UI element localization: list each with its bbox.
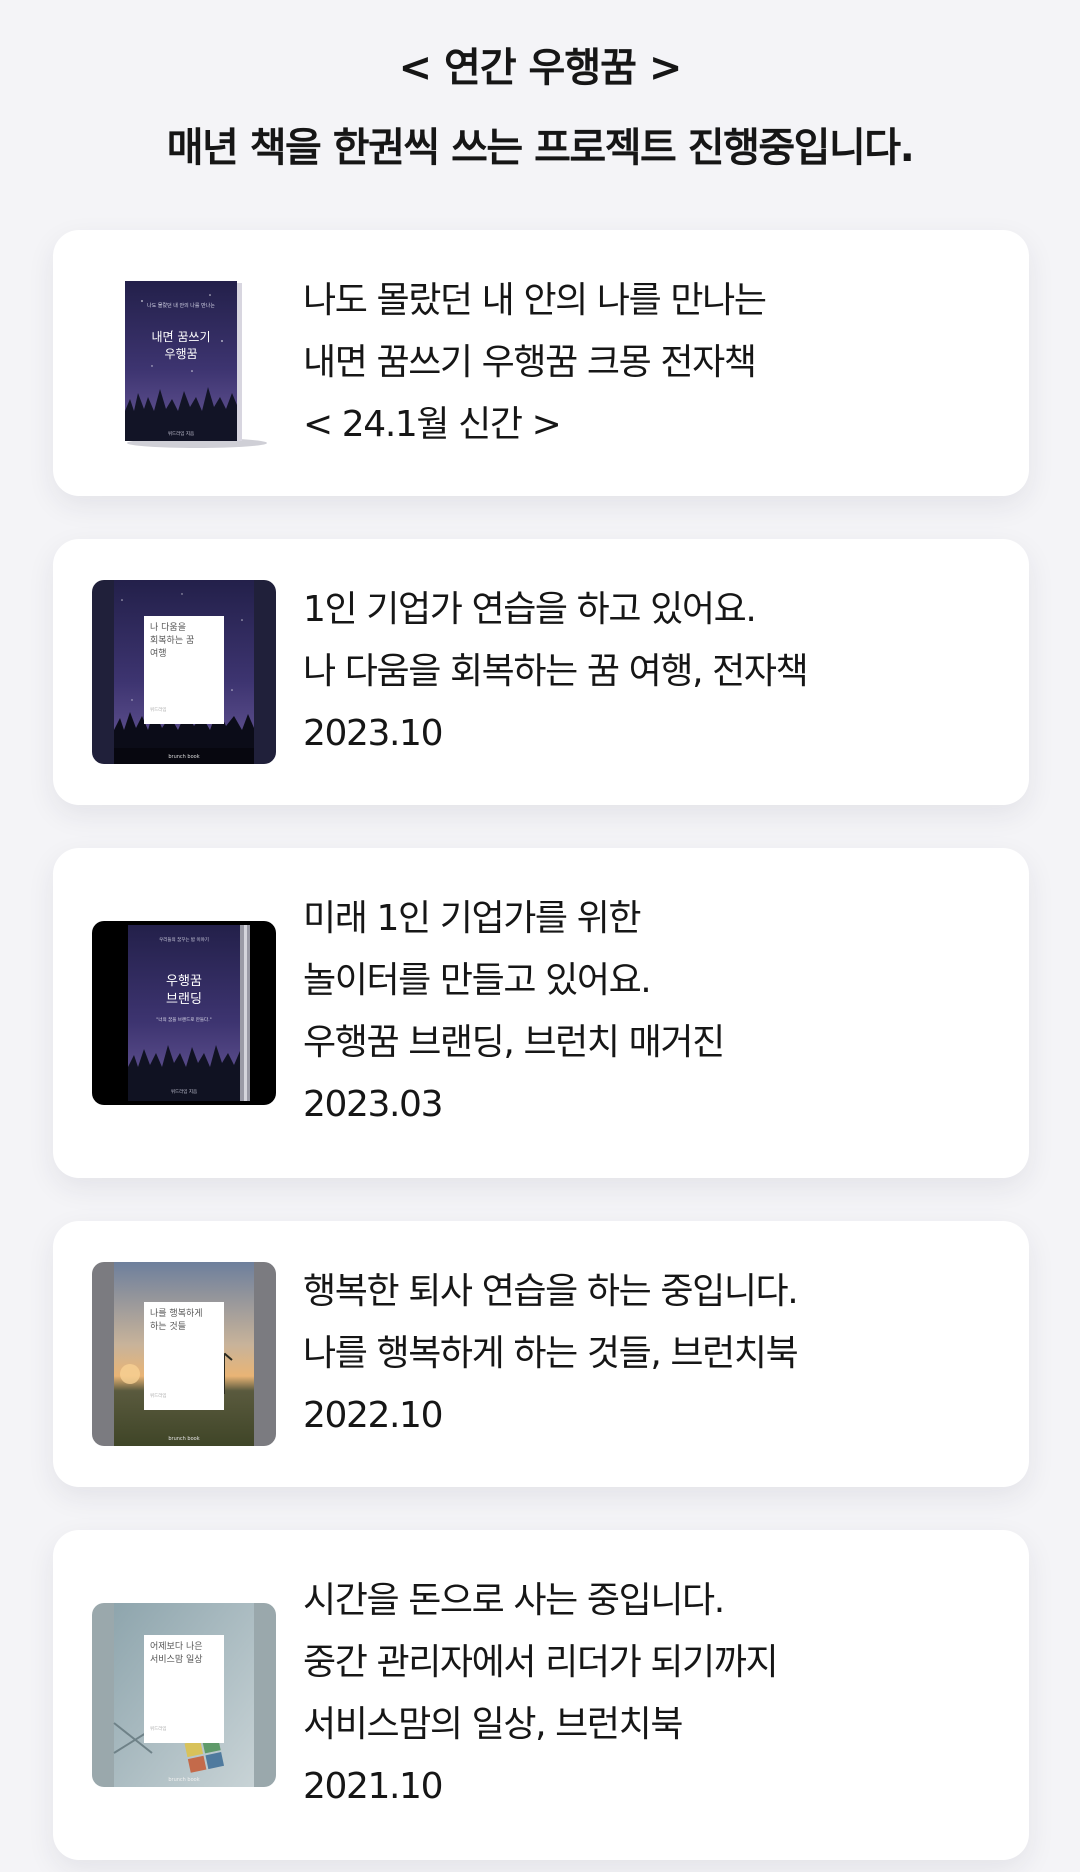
book-cover-image: 나 다움을 회복하는 꿈 여행 위드라임 brunch book bbox=[92, 580, 276, 764]
cover-publisher: brunch book bbox=[168, 1436, 199, 1442]
cover-title: 우행꿈 bbox=[164, 346, 197, 361]
cover-publisher: brunch book bbox=[168, 754, 199, 760]
book-line: 2021.10 bbox=[303, 1766, 443, 1807]
book-cover-image: 어제보다 나은 서비스맘 일상 위드라임 brunch book bbox=[92, 1603, 276, 1787]
book-line: 미래 1인 기업가를 위한 bbox=[303, 898, 642, 939]
cover-author: 위드라임 지음 bbox=[168, 430, 194, 437]
cover-author: 위드라임 bbox=[150, 706, 167, 713]
book-line: 서비스맘의 일상, 브런치북 bbox=[303, 1704, 683, 1745]
book-line: 나도 몰랐던 내 안의 나를 만나는 bbox=[303, 280, 767, 321]
cover-publisher: brunch book bbox=[168, 1777, 199, 1783]
book-cover-image: 나도 몰랐던 내 안의 나를 만나는 내면 꿈쓰기 우행꿈 위드라임 지음 bbox=[92, 271, 276, 455]
book-card[interactable]: 나 다움을 회복하는 꿈 여행 위드라임 brunch book 1인 기업가 … bbox=[53, 539, 1029, 805]
book-line: 2023.10 bbox=[303, 713, 443, 754]
book-line: 나 다움을 회복하는 꿈 여행, 전자책 bbox=[303, 651, 809, 692]
book-cover-image: 나를 행복하게 하는 것들 위드라임 brunch book bbox=[92, 1262, 276, 1446]
book-card[interactable]: 어제보다 나은 서비스맘 일상 위드라임 brunch book 시간을 돈으로… bbox=[53, 1530, 1029, 1860]
cover-author: 위드라임 bbox=[150, 1725, 167, 1732]
book-card[interactable]: 우리들의 꿈꾸는 밤 이야기 우행꿈 브랜딩 "너의 꿈을 브랜드로 만들다."… bbox=[53, 848, 1029, 1178]
book-description: 미래 1인 기업가를 위한 놀이터를 만들고 있어요. 우행꿈 브랜딩, 브런치… bbox=[303, 888, 1009, 1136]
book-line: 나를 행복하게 하는 것들, 브런치북 bbox=[303, 1333, 799, 1374]
book-line: 2023.03 bbox=[303, 1084, 443, 1125]
cover-title: 어제보다 나은 bbox=[150, 1641, 203, 1652]
cover-title: 여행 bbox=[150, 647, 167, 659]
book-line: 행복한 퇴사 연습을 하는 중입니다. bbox=[303, 1271, 799, 1312]
page-subtitle: 매년 책을 한권씩 쓰는 프로젝트 진행중입니다. bbox=[166, 125, 915, 171]
book-line: 우행꿈 브랜딩, 브런치 매거진 bbox=[303, 1022, 725, 1063]
book-description: 나도 몰랐던 내 안의 나를 만나는 내면 꿈쓰기 우행꿈 크몽 전자책 < 2… bbox=[303, 270, 1009, 456]
book-line: < 24.1월 신간 > bbox=[303, 404, 562, 445]
cover-author: 위드라임 지음 bbox=[171, 1088, 197, 1095]
book-cover-image: 우리들의 꿈꾸는 밤 이야기 우행꿈 브랜딩 "너의 꿈을 브랜드로 만들다."… bbox=[92, 921, 276, 1105]
page-header: < 연간 우행꿈 > 매년 책을 한권씩 쓰는 프로젝트 진행중입니다. bbox=[0, 0, 1080, 178]
cover-title: 회복하는 꿈 bbox=[150, 635, 194, 646]
cover-title: 우행꿈 bbox=[166, 973, 202, 989]
book-line: 1인 기업가 연습을 하고 있어요. bbox=[303, 589, 757, 630]
cover-tagline: 우리들의 꿈꾸는 밤 이야기 bbox=[159, 936, 209, 943]
cover-title: 나 다움을 bbox=[150, 622, 186, 633]
cover-title: 내면 꿈쓰기 bbox=[151, 330, 210, 344]
book-description: 행복한 퇴사 연습을 하는 중입니다. 나를 행복하게 하는 것들, 브런치북 … bbox=[303, 1261, 1009, 1447]
book-line: 시간을 돈으로 사는 중입니다. bbox=[303, 1580, 725, 1621]
book-line: 2022.10 bbox=[303, 1395, 443, 1436]
book-description: 1인 기업가 연습을 하고 있어요. 나 다움을 회복하는 꿈 여행, 전자책 … bbox=[303, 579, 1009, 765]
book-card[interactable]: 나를 행복하게 하는 것들 위드라임 brunch book 행복한 퇴사 연습… bbox=[53, 1221, 1029, 1487]
cover-title: 나를 행복하게 bbox=[150, 1307, 203, 1319]
cover-author: 위드라임 bbox=[150, 1392, 167, 1399]
page-title: < 연간 우행꿈 > bbox=[398, 45, 683, 91]
book-line: 내면 꿈쓰기 우행꿈 크몽 전자책 bbox=[303, 342, 757, 383]
cover-title: 브랜딩 bbox=[166, 992, 202, 1007]
book-description: 시간을 돈으로 사는 중입니다. 중간 관리자에서 리더가 되기까지 서비스맘의… bbox=[303, 1570, 1009, 1818]
book-card[interactable]: 나도 몰랐던 내 안의 나를 만나는 내면 꿈쓰기 우행꿈 위드라임 지음 나도… bbox=[53, 230, 1029, 496]
cover-title: 서비스맘 일상 bbox=[150, 1654, 203, 1665]
cover-tagline: 나도 몰랐던 내 안의 나를 만나는 bbox=[147, 302, 215, 309]
cover-title: 하는 것들 bbox=[150, 1321, 186, 1332]
book-line: 놀이터를 만들고 있어요. bbox=[303, 960, 652, 1001]
cover-quote: "너의 꿈을 브랜드로 만들다." bbox=[156, 1016, 211, 1023]
book-line: 중간 관리자에서 리더가 되기까지 bbox=[303, 1642, 779, 1683]
